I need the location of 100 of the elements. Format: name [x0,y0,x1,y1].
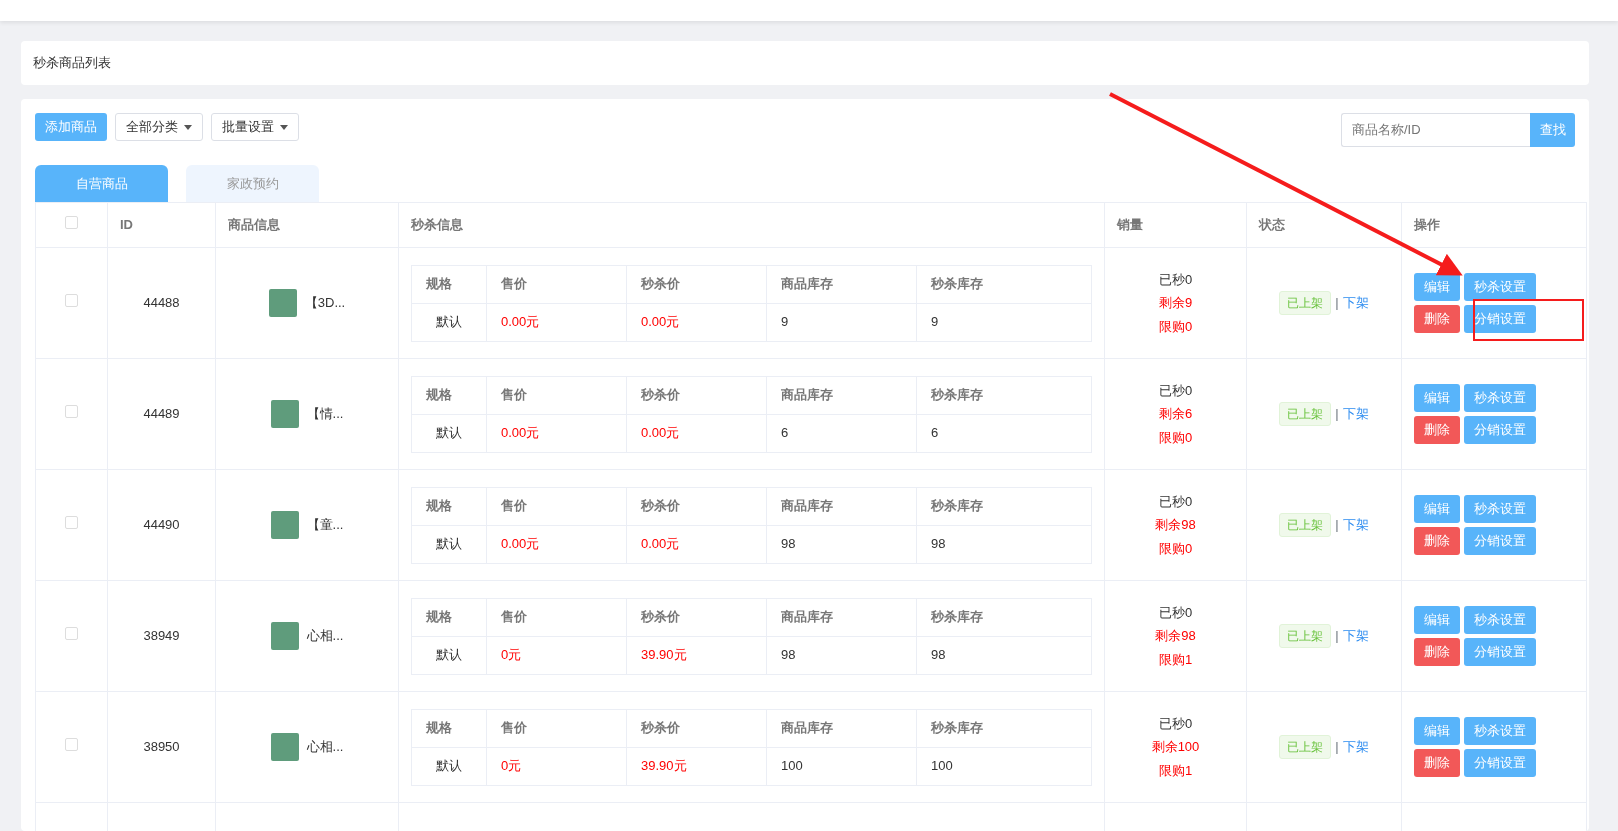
spec-header: 售价 [501,276,527,292]
category-dropdown[interactable]: 全部分类 [115,113,203,141]
price: 39.90元 [641,647,687,663]
action-button[interactable]: 分销设置 [1464,305,1536,333]
column-header: 操作 [1414,217,1440,233]
action-button[interactable]: 秒杀设置 [1464,495,1536,523]
price: 0元 [501,647,522,663]
tab[interactable]: 家政预约 [186,165,319,202]
add-product-button[interactable]: 添加商品 [35,113,107,141]
action-button[interactable]: 编辑 [1414,273,1460,301]
spec-header: 规格 [426,498,452,514]
spec-header: 秒杀价 [641,276,680,292]
product-id: 44490 [143,517,180,533]
batch-settings-dropdown[interactable]: 批量设置 [211,113,299,141]
row-checkbox[interactable] [65,294,78,308]
action-button[interactable]: 编辑 [1414,717,1460,745]
price: 0.00元 [501,536,540,552]
caret-icon [280,124,288,130]
row-checkbox[interactable] [65,738,78,752]
product-id: 38949 [143,628,180,644]
price: 0.00元 [641,425,680,441]
row-checkbox[interactable] [65,627,78,641]
spec-header: 售价 [501,498,527,514]
stock: 100 [931,758,953,774]
spec-header: 售价 [501,609,527,625]
action-button[interactable]: 编辑 [1414,384,1460,412]
spec-header: 商品库存 [781,498,833,514]
purchase-limit: 限购0 [1158,539,1193,558]
stock: 9 [781,314,789,330]
product-name[interactable]: 心相... [306,737,344,757]
product-id: 44488 [143,295,180,311]
delete-button[interactable]: 删除 [1414,638,1460,666]
spec-header: 秒杀价 [641,720,680,736]
action-button[interactable]: 分销设置 [1464,416,1536,444]
product-name[interactable]: 【情... [306,404,344,424]
spec-header: 商品库存 [781,609,833,625]
spec-header: 秒杀价 [641,498,680,514]
remaining-count: 剩余100 [1151,738,1200,757]
spec-header: 商品库存 [781,276,833,292]
product-id: 38950 [143,739,180,755]
unlist-link[interactable]: 下架 [1342,737,1369,757]
product-name[interactable]: 【童... [306,515,344,535]
price: 0.00元 [501,425,540,441]
spec-header: 规格 [426,609,452,625]
product-photo [270,733,299,761]
product-name[interactable]: 【3D... [304,293,346,313]
delete-button[interactable]: 删除 [1414,305,1460,333]
action-button[interactable]: 编辑 [1414,606,1460,634]
spec-header: 秒杀价 [641,387,680,403]
page-title: 秒杀商品列表 [33,54,111,73]
action-button[interactable]: 分销设置 [1464,527,1536,555]
purchase-limit: 限购0 [1158,428,1193,447]
price: 0元 [501,758,522,774]
spec-header: 规格 [426,276,452,292]
sold-count: 已秒0 [1158,714,1193,733]
action-button[interactable]: 分销设置 [1464,749,1536,777]
unlist-link[interactable]: 下架 [1342,404,1369,424]
stock: 9 [931,314,939,330]
tab[interactable]: 自营商品 [35,165,168,202]
product-photo [270,400,299,428]
unlist-link[interactable]: 下架 [1342,515,1369,535]
column-header: ID [120,217,133,233]
select-all-checkbox[interactable] [65,216,78,230]
spec-header: 秒杀库存 [931,387,983,403]
price: 39.90元 [641,758,687,774]
status-tag: 已上架 [1279,735,1332,759]
stock: 6 [781,425,789,441]
row-checkbox[interactable] [65,405,78,419]
action-button[interactable]: 秒杀设置 [1464,273,1536,301]
spec-header: 秒杀库存 [931,609,983,625]
action-button[interactable]: 秒杀设置 [1464,606,1536,634]
sold-count: 已秒0 [1158,381,1193,400]
separator: | [1335,294,1339,313]
stock: 98 [781,536,796,552]
delete-button[interactable]: 删除 [1414,527,1460,555]
product-id: 44489 [143,406,180,422]
action-button[interactable]: 分销设置 [1464,638,1536,666]
product-name[interactable]: 心相... [306,626,344,646]
action-button[interactable]: 编辑 [1414,495,1460,523]
price: 0.00元 [641,314,680,330]
spec-header: 售价 [501,387,527,403]
action-button[interactable]: 秒杀设置 [1464,384,1536,412]
purchase-limit: 限购1 [1158,650,1193,669]
delete-button[interactable]: 删除 [1414,749,1460,777]
spec-header: 秒杀库存 [931,720,983,736]
stock: 98 [931,647,946,663]
stock: 98 [931,536,946,552]
price: 0.00元 [501,314,540,330]
status-tag: 已上架 [1279,513,1332,537]
action-button[interactable]: 秒杀设置 [1464,717,1536,745]
spec-name: 默认 [436,758,462,774]
remaining-count: 剩余9 [1158,294,1193,313]
unlist-link[interactable]: 下架 [1342,626,1369,646]
unlist-link[interactable]: 下架 [1342,293,1369,313]
delete-button[interactable]: 删除 [1414,416,1460,444]
search-button[interactable]: 查找 [1530,113,1575,147]
stock: 98 [781,647,796,663]
row-checkbox[interactable] [65,516,78,530]
sold-count: 已秒0 [1158,270,1193,289]
price: 0.00元 [641,536,680,552]
